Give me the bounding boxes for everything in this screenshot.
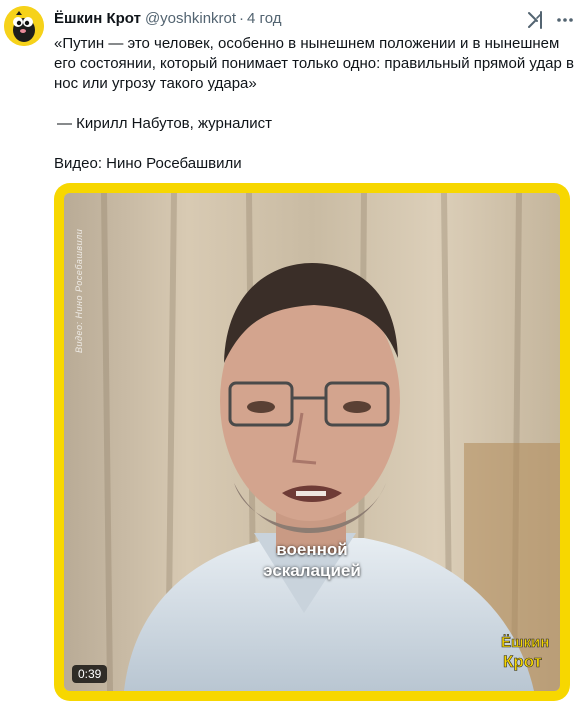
post-time[interactable]: 4 год	[247, 10, 281, 27]
mole-avatar-icon[interactable]	[4, 6, 44, 46]
author-display-name[interactable]: Ёшкин Крот	[54, 10, 141, 27]
logo-line2: Крот	[503, 652, 542, 671]
tweet: Ёшкин Крот @yoshkinkrot · 4 год «Путин —…	[0, 0, 583, 705]
header-separator: ·	[239, 10, 245, 27]
tweet-header: Ёшкин Крот @yoshkinkrot · 4 год	[54, 10, 281, 30]
author-handle[interactable]: @yoshkinkrot	[145, 10, 236, 27]
tweet-attribution: — Кирилл Набутов, журналист	[57, 115, 272, 132]
video-player[interactable]: Видео: Нино Росебашвили военной эскалаци…	[54, 183, 570, 701]
logo-line1: Ёшкин	[501, 634, 549, 651]
video-duration-badge: 0:39	[72, 665, 108, 683]
video-caption-line1: военной	[276, 540, 348, 559]
tweet-quote: «Путин — это человек, особенно в нынешне…	[54, 35, 574, 92]
grok-icon[interactable]	[526, 10, 546, 30]
video-watermark: Видео: Нино Росебашвили	[74, 228, 84, 353]
channel-logo: Ёшкин Крот	[499, 623, 557, 683]
more-icon[interactable]	[554, 9, 576, 31]
tweet-video-credit: Видео: Нино Росебашвили	[54, 155, 242, 172]
tweet-text: «Путин — это человек, особенно в нынешне…	[54, 34, 574, 174]
video-frame[interactable]: Видео: Нино Росебашвили военной эскалаци…	[64, 193, 560, 691]
video-caption-line2: эскалацией	[263, 561, 361, 580]
video-caption: военной эскалацией	[64, 539, 560, 581]
